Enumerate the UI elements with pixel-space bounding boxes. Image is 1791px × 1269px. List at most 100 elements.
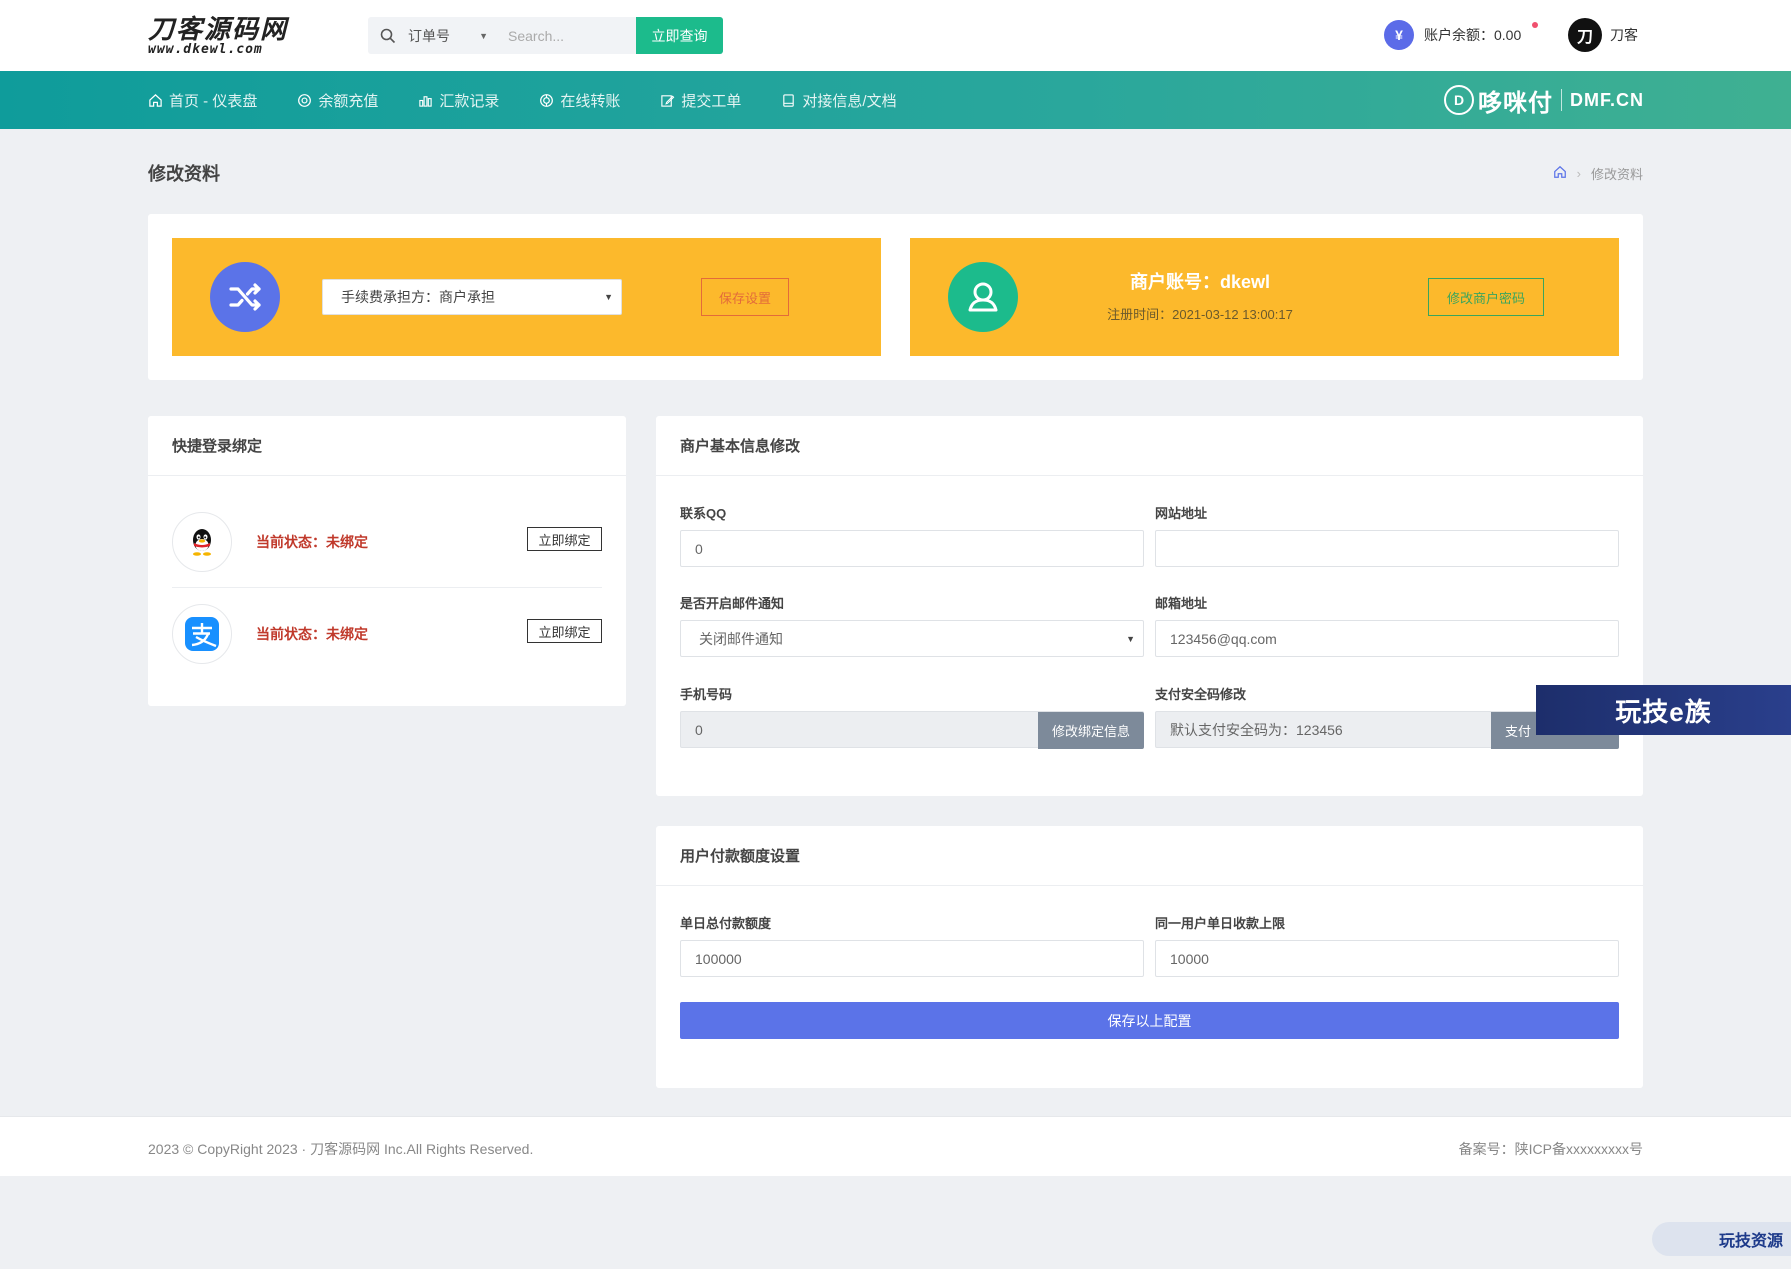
user-icon	[948, 262, 1018, 332]
breadcrumb-home-icon[interactable]	[1553, 165, 1567, 182]
email-label: 邮箱地址	[1155, 596, 1208, 611]
transfer-icon	[540, 93, 554, 107]
change-password-button[interactable]: 修改商户密码	[1428, 278, 1544, 316]
search-type-select[interactable]: 订单号 ▼	[408, 26, 502, 46]
account-balance[interactable]: ¥ 账户余额：0.00	[1384, 19, 1538, 51]
website-label: 网站地址	[1155, 506, 1208, 521]
search-icon	[368, 28, 408, 44]
fee-bearer-select[interactable]: 手续费承担方：商户承担 ▼	[322, 279, 622, 315]
payment-limit-card: 用户付款额度设置 单日总付款额度 同一用户单日收款上限 保存以上配置	[656, 826, 1643, 1088]
notification-dot	[1532, 22, 1538, 28]
shuffle-icon	[210, 262, 280, 332]
search-input[interactable]	[502, 27, 602, 44]
email-notify-value: 关闭邮件通知	[699, 630, 783, 647]
bind-alipay-button[interactable]: 立即绑定	[527, 619, 602, 643]
watermark-banner: 玩技e族	[1536, 685, 1791, 735]
logo-sub-text: www.dkewl.com	[148, 42, 263, 57]
icp-text: 备案号：陕ICP备xxxxxxxxx号	[1458, 1141, 1643, 1157]
qq-icon	[172, 511, 232, 572]
save-setting-button[interactable]: 保存设置	[701, 278, 789, 316]
daily-total-label: 单日总付款额度	[680, 916, 772, 931]
qq-field[interactable]	[680, 530, 1144, 567]
qq-input[interactable]	[695, 540, 1129, 557]
nav-label: 在线转账	[560, 92, 621, 110]
merchant-panel: 商户账号：dkewl 注册时间：2021-03-12 13:00:17 修改商户…	[910, 238, 1619, 356]
copyright-text: 2023 © CopyRight 2023 · 刀客源码网 Inc.All Ri…	[148, 1141, 534, 1157]
search-button[interactable]: 立即查询	[636, 17, 723, 54]
balance-text: 账户余额：0.00	[1424, 27, 1522, 43]
phone-value: 0	[695, 721, 703, 738]
edit-icon	[661, 94, 675, 107]
card-title: 快捷登录绑定	[148, 416, 626, 476]
nav-item-ticket[interactable]: 提交工单	[660, 90, 741, 111]
search-type-value: 订单号	[408, 27, 450, 44]
quick-login-bind-card: 快捷登录绑定 当前状态：未绑定 立即绑定 当前状态：未绑定 立即绑定	[148, 416, 626, 706]
change-binding-button[interactable]: 修改绑定信息	[1037, 712, 1144, 749]
avatar: 刀	[1568, 18, 1602, 52]
registration-time: 注册时间：2021-03-12 13:00:17	[1107, 307, 1293, 322]
nav-label: 对接信息/文档	[802, 92, 897, 110]
email-field[interactable]	[1155, 620, 1619, 657]
per-user-limit-label: 同一用户单日收款上限	[1155, 916, 1286, 931]
caret-down-icon: ▼	[1126, 633, 1135, 644]
email-notify-label: 是否开启邮件通知	[680, 596, 785, 611]
merchant-account: 商户账号：dkewl	[1129, 272, 1271, 292]
paycode-value: 默认支付安全码为：123456	[1170, 721, 1343, 738]
nav-item-docs[interactable]: 对接信息/文档	[781, 90, 897, 111]
chart-icon	[419, 95, 433, 107]
nav-label: 首页 - 仪表盘	[169, 92, 258, 110]
brand-name: 哆咪付	[1478, 89, 1553, 117]
site-logo[interactable]: 刀客源码网 www.dkewl.com	[148, 16, 348, 56]
card-title: 用户付款额度设置	[656, 826, 1643, 886]
logo-main-text: 刀客源码网	[148, 15, 289, 45]
breadcrumb-separator: ›	[1576, 166, 1581, 181]
nav-label: 余额充值	[318, 92, 379, 110]
nav-item-recharge[interactable]: 余额充值	[297, 90, 378, 111]
bind-status-text: 当前状态：未绑定	[256, 533, 368, 550]
nav-label: 汇款记录	[439, 92, 500, 110]
document-icon	[783, 93, 795, 107]
card-title: 商户基本信息修改	[656, 416, 1643, 476]
qq-label: 联系QQ	[680, 506, 727, 521]
email-notify-select[interactable]: 关闭邮件通知 ▼	[680, 620, 1144, 657]
nav-label: 提交工单	[681, 92, 742, 110]
watermark-bottom: 玩技资源	[1652, 1222, 1791, 1256]
bind-qq-button[interactable]: 立即绑定	[527, 527, 602, 551]
bind-row-qq: 当前状态：未绑定 立即绑定	[172, 496, 602, 588]
recharge-icon	[298, 93, 312, 107]
nav-item-transfer[interactable]: 在线转账	[539, 90, 620, 111]
phone-label: 手机号码	[680, 687, 733, 702]
footer: 2023 © CopyRight 2023 · 刀客源码网 Inc.All Ri…	[0, 1116, 1791, 1176]
brand-icon: D	[1444, 85, 1474, 115]
brand-domain: DMF.CN	[1570, 89, 1644, 110]
alipay-icon	[172, 604, 232, 664]
page-title: 修改资料	[148, 164, 220, 184]
home-icon	[149, 93, 162, 107]
daily-total-input[interactable]	[695, 950, 1129, 967]
per-user-limit-field[interactable]	[1155, 940, 1619, 977]
payment-brand-logo: D 哆咪付 DMF.CN	[1444, 84, 1644, 117]
website-field[interactable]	[1155, 530, 1619, 567]
per-user-limit-input[interactable]	[1170, 950, 1604, 967]
phone-field: 0 修改绑定信息	[680, 711, 1144, 749]
main-nav: 首页 - 仪表盘 余额充值 汇款记录 在线转账 提交工单 对接信息/文档 D 哆…	[0, 71, 1791, 129]
bind-row-alipay: 当前状态：未绑定 立即绑定	[172, 588, 602, 680]
search-box: 订单号 ▼ 立即查询	[368, 17, 723, 54]
user-menu[interactable]: 刀 刀客	[1568, 18, 1638, 52]
nav-item-remittance[interactable]: 汇款记录	[418, 90, 499, 111]
website-input[interactable]	[1170, 540, 1604, 557]
fee-panel: 手续费承担方：商户承担 ▼ 保存设置	[172, 238, 881, 356]
top-settings-card: 手续费承担方：商户承担 ▼ 保存设置 商户账号：dkewl 注册时间：2021-…	[148, 214, 1643, 380]
brand-divider	[1561, 89, 1562, 111]
daily-total-field[interactable]	[680, 940, 1144, 977]
merchant-info: 商户账号：dkewl 注册时间：2021-03-12 13:00:17	[1070, 268, 1330, 323]
yuan-icon: ¥	[1384, 20, 1414, 50]
email-input[interactable]	[1170, 630, 1604, 647]
paycode-label: 支付安全码修改	[1155, 687, 1247, 702]
fee-bearer-value: 手续费承担方：商户承担	[341, 289, 495, 305]
caret-down-icon: ▼	[479, 30, 488, 41]
save-config-button[interactable]: 保存以上配置	[680, 1002, 1619, 1039]
user-name: 刀客	[1610, 27, 1638, 43]
breadcrumb-current: 修改资料	[1590, 167, 1643, 182]
nav-item-dashboard[interactable]: 首页 - 仪表盘	[148, 90, 257, 111]
